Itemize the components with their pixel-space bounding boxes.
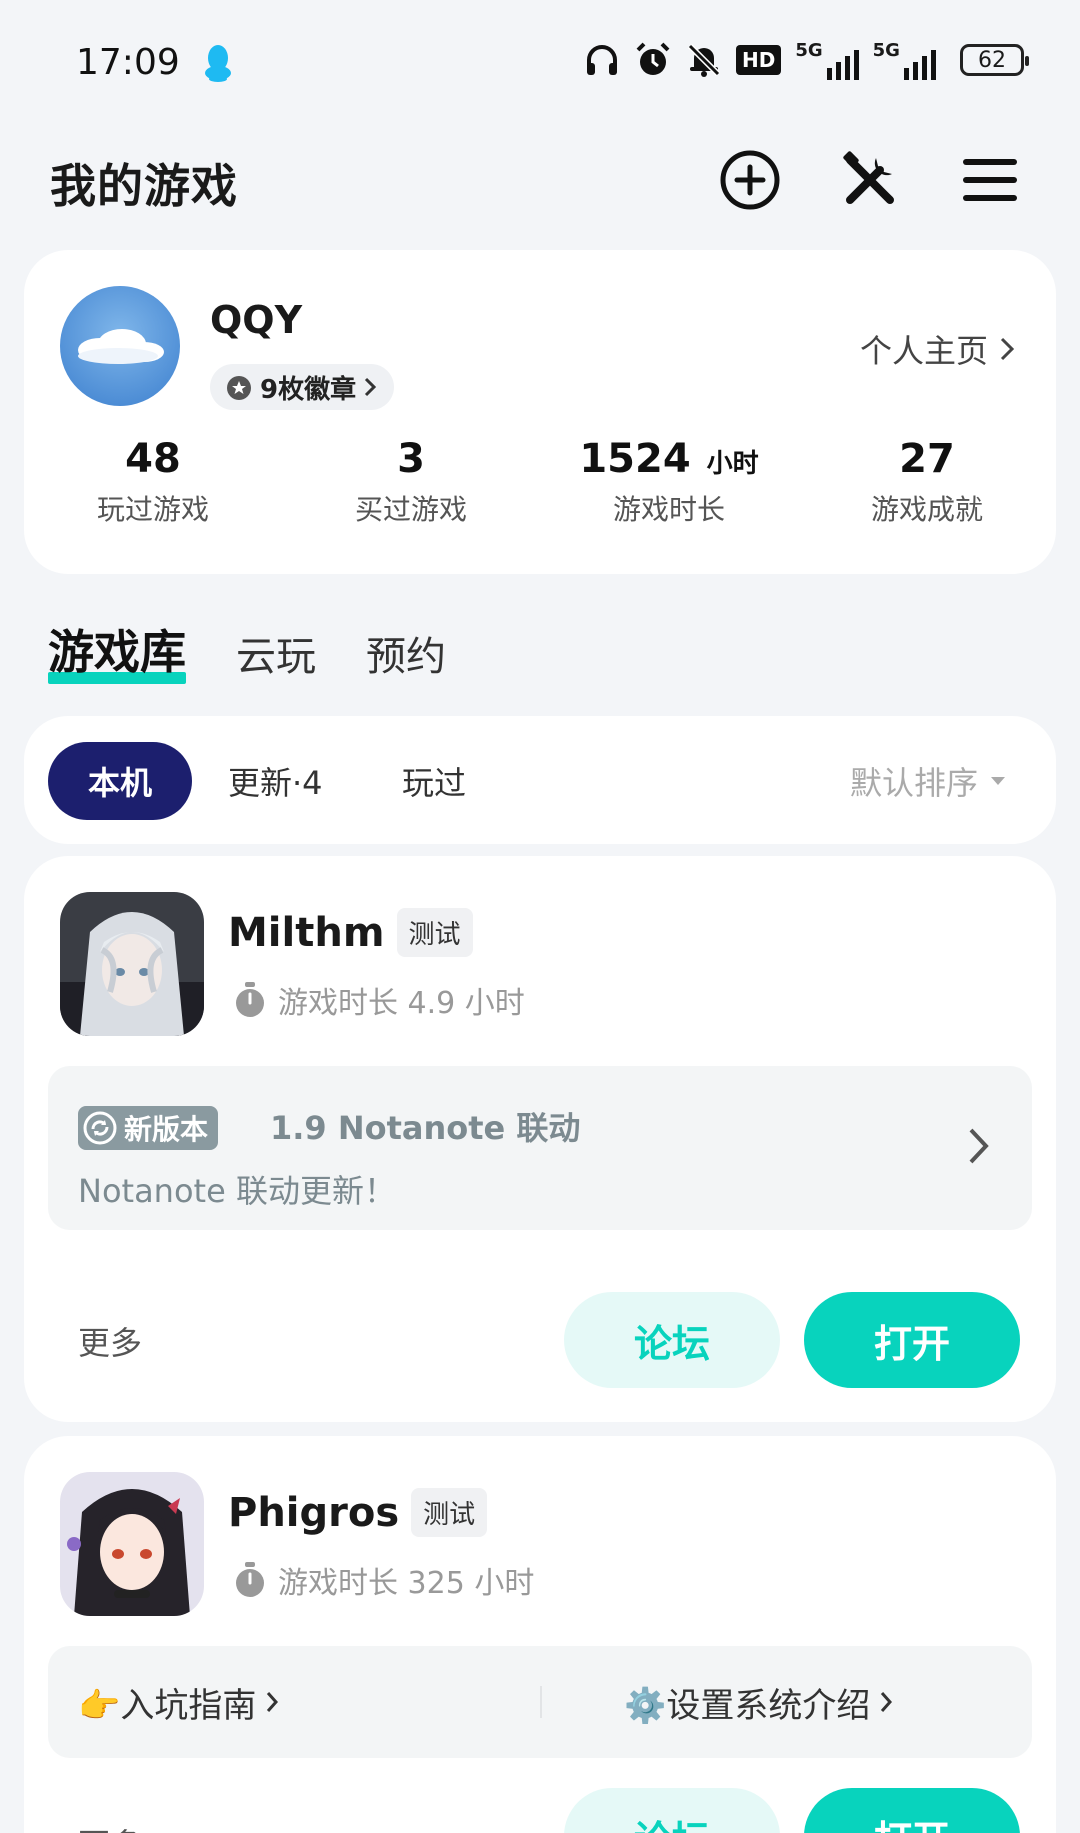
stat-playtime[interactable]: 1524 小时 游戏时长	[540, 436, 798, 528]
menu-button[interactable]	[958, 148, 1022, 212]
sort-dropdown[interactable]: 默认排序	[850, 742, 1006, 820]
network-label-2: 5G	[872, 40, 900, 61]
playtime-text: 游戏时长 4.9 小时	[278, 986, 525, 1021]
badge-label: 新版本	[124, 1113, 209, 1146]
page-title: 我的游戏	[50, 159, 238, 213]
tab-reservation[interactable]: 预约	[366, 624, 446, 688]
chevron-right-icon	[881, 1692, 893, 1712]
new-version-badge: 新版本	[78, 1106, 219, 1150]
game-name: Phigros	[228, 1489, 400, 1536]
filter-update[interactable]: 更新·4	[228, 742, 323, 820]
stat-label: 玩过游戏	[96, 493, 209, 526]
chevron-right-icon	[969, 1128, 989, 1164]
stat-value: 3	[397, 436, 425, 482]
stat-value: 27	[899, 436, 955, 482]
open-button[interactable]: 打开	[804, 1292, 1020, 1388]
game-card: Phigros 测试 游戏时长 325 小时 👉入坑指南 ⚙️设置系统介绍 更多…	[24, 1436, 1056, 1833]
stopwatch-icon	[236, 1562, 264, 1597]
library-tabs: 游戏库 云玩 预约	[48, 616, 446, 688]
network-label-1: 5G	[795, 40, 823, 61]
game-playtime: 游戏时长 4.9 小时	[234, 978, 525, 1022]
stat-value: 1524	[579, 436, 691, 482]
filter-played[interactable]: 玩过	[402, 742, 466, 820]
username: QQY	[210, 298, 303, 342]
badges-label: 9枚徽章	[260, 374, 357, 405]
filter-local[interactable]: 本机	[48, 742, 192, 820]
game-title-row: Phigros 测试	[228, 1488, 488, 1537]
chevron-right-icon	[267, 1692, 279, 1712]
stat-bought-games[interactable]: 3 买过游戏	[282, 436, 540, 528]
tab-label: 游戏库	[48, 625, 186, 679]
game-name: Milthm	[228, 909, 385, 956]
update-description: Notanote 联动更新！	[78, 1172, 396, 1210]
game-playtime: 游戏时长 325 小时	[234, 1558, 534, 1602]
anime-girl-icon	[60, 892, 204, 1036]
stat-label: 游戏时长	[612, 493, 725, 526]
stopwatch-icon	[236, 982, 264, 1017]
status-bar: 17:09 HD 5G 5G 62	[0, 0, 1080, 120]
open-button[interactable]: 打开	[804, 1788, 1020, 1833]
forum-button[interactable]: 论坛	[564, 1788, 780, 1833]
game-icon-milthm[interactable]	[60, 892, 204, 1036]
headphones-icon	[587, 45, 617, 75]
guide-label: 👉入坑指南	[78, 1685, 257, 1726]
filter-bar: 本机 更新·4 玩过 默认排序	[24, 716, 1056, 844]
game-icon-phigros[interactable]	[60, 1472, 204, 1616]
profile-home-link[interactable]: 个人主页	[860, 326, 1016, 372]
tab-label: 云玩	[236, 634, 316, 680]
tools-icon	[843, 151, 894, 204]
app-header: 我的游戏	[0, 130, 1080, 230]
playtime-text: 游戏时长 325 小时	[278, 1566, 535, 1601]
tab-library[interactable]: 游戏库	[48, 616, 186, 688]
profile-home-label: 个人主页	[859, 332, 988, 370]
cloud-icon	[78, 329, 164, 364]
chevron-right-icon	[365, 377, 377, 397]
badges-button[interactable]: 9枚徽章	[210, 364, 395, 410]
stat-label: 买过游戏	[354, 493, 467, 526]
beginner-guide-link[interactable]: 👉入坑指南	[78, 1646, 280, 1758]
game-card: Milthm 测试 游戏时长 4.9 小时 新版本 1.9 Notanote 联…	[24, 856, 1056, 1422]
avatar[interactable]	[60, 286, 180, 406]
more-button[interactable]: 更多	[78, 1820, 142, 1833]
tools-button[interactable]	[838, 148, 902, 212]
stat-unit: 小时	[706, 449, 759, 479]
stat-value: 48	[125, 436, 181, 482]
stat-achievements[interactable]: 27 游戏成就	[798, 436, 1056, 528]
medal-icon	[227, 376, 251, 400]
tab-cloud[interactable]: 云玩	[236, 624, 316, 688]
mute-icon	[687, 43, 721, 77]
chevron-right-icon	[1000, 337, 1015, 361]
divider	[540, 1686, 542, 1718]
plus-circle-icon	[720, 150, 780, 210]
update-banner[interactable]: 新版本 1.9 Notanote 联动 Notanote 联动更新！	[48, 1066, 1032, 1230]
anime-girl-icon	[60, 1472, 204, 1616]
settings-guide-link[interactable]: ⚙️设置系统介绍	[624, 1646, 894, 1758]
signal-icon-2: 5G	[873, 40, 936, 80]
forum-button[interactable]: 论坛	[564, 1292, 780, 1388]
battery-icon: 62	[959, 44, 1029, 76]
caret-down-icon	[991, 777, 1005, 785]
sort-label: 默认排序	[849, 764, 978, 802]
game-tag: 测试	[411, 1488, 488, 1537]
stat-played-games[interactable]: 48 玩过游戏	[24, 436, 282, 528]
refresh-icon	[83, 1111, 117, 1145]
tab-label: 预约	[366, 634, 446, 680]
status-time: 17:09	[76, 42, 180, 83]
qq-icon	[205, 45, 231, 82]
profile-card: QQY 9枚徽章 个人主页 48 玩过游戏 3 买过游戏 1524 小时 游戏时长…	[24, 250, 1056, 574]
hd-icon: HD	[736, 45, 782, 75]
guide-links: 👉入坑指南 ⚙️设置系统介绍	[48, 1646, 1032, 1758]
stat-label: 游戏成就	[870, 493, 983, 526]
game-title-row: Milthm 测试	[228, 908, 473, 957]
alarm-icon	[636, 42, 670, 75]
update-title: 1.9 Notanote 联动	[270, 1109, 581, 1147]
signal-icon-1: 5G	[795, 40, 859, 80]
menu-icon	[963, 159, 1017, 201]
more-button[interactable]: 更多	[78, 1318, 142, 1364]
guide-label: ⚙️设置系统介绍	[624, 1685, 871, 1726]
stats-row: 48 玩过游戏 3 买过游戏 1524 小时 游戏时长 27 游戏成就	[24, 436, 1056, 528]
add-button[interactable]	[718, 148, 782, 212]
status-icons: HD 5G 5G 62	[584, 40, 1029, 80]
game-tag: 测试	[396, 908, 473, 957]
